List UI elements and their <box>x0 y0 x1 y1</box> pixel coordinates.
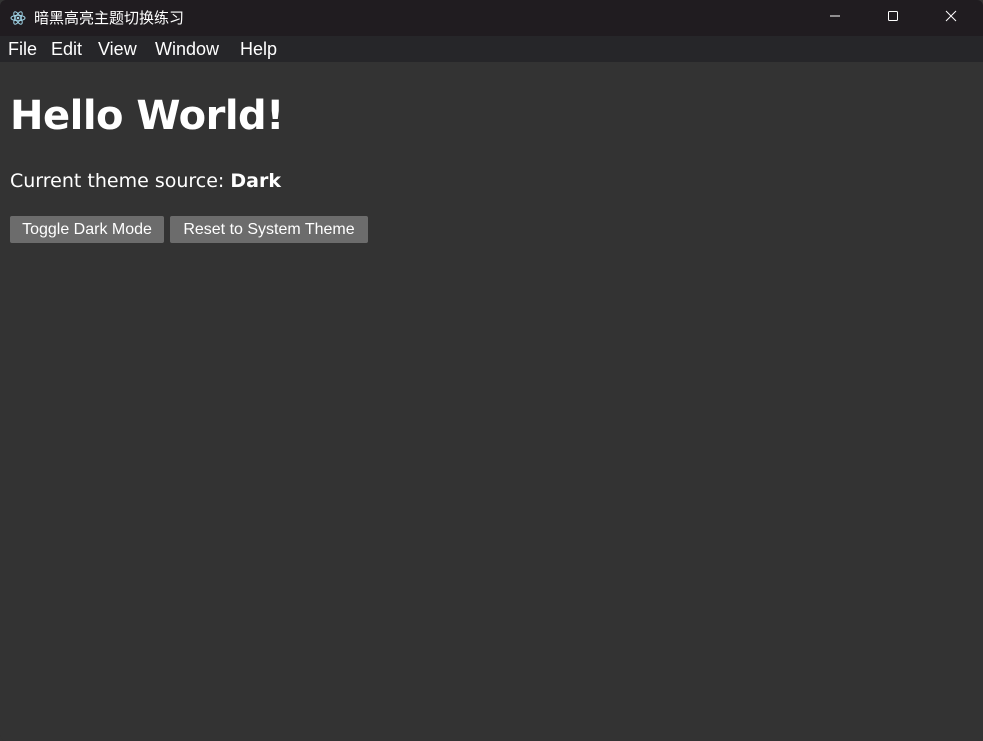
maximize-icon <box>887 9 899 27</box>
minimize-icon <box>829 9 841 27</box>
menu-item-file[interactable]: File <box>8 38 37 60</box>
window-title: 暗黑高亮主题切换练习 <box>34 9 185 27</box>
close-icon <box>945 9 957 27</box>
electron-app-icon <box>10 10 26 26</box>
main-content: Hello World! Current theme source: Dark … <box>0 62 983 741</box>
theme-source-label: Current theme source: <box>10 170 225 192</box>
title-bar[interactable]: 暗黑高亮主题切换练习 <box>0 0 983 36</box>
theme-source-line: Current theme source: Dark <box>10 169 281 193</box>
menu-item-window[interactable]: Window <box>155 38 219 60</box>
menu-bar: File Edit View Window Help <box>0 36 983 62</box>
page-heading: Hello World! <box>10 93 284 139</box>
maximize-button[interactable] <box>864 0 922 36</box>
toggle-dark-mode-button[interactable]: Toggle Dark Mode <box>10 216 164 243</box>
close-button[interactable] <box>922 0 980 36</box>
minimize-button[interactable] <box>806 0 864 36</box>
menu-item-edit[interactable]: Edit <box>51 38 82 60</box>
app-window: 暗黑高亮主题切换练习 File Edit View Window Help He… <box>0 0 983 741</box>
reset-system-theme-button[interactable]: Reset to System Theme <box>170 216 368 243</box>
menu-item-view[interactable]: View <box>98 38 137 60</box>
theme-source-value: Dark <box>230 170 281 192</box>
menu-item-help[interactable]: Help <box>240 38 277 60</box>
